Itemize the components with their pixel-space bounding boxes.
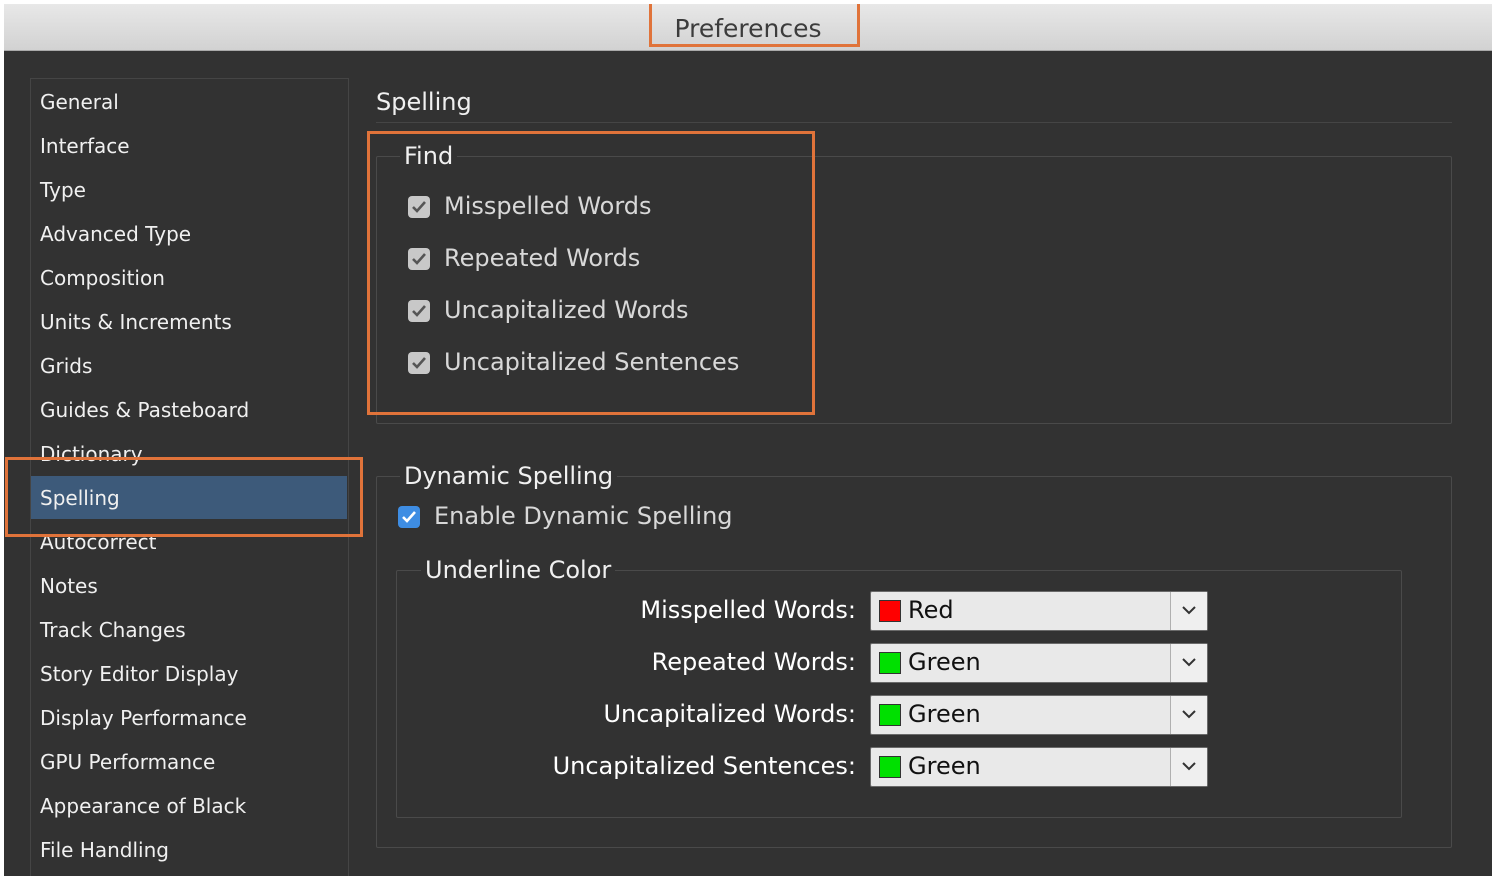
sidebar-item-grids[interactable]: Grids (40, 344, 346, 388)
sidebar-item-appearance-of-black[interactable]: Appearance of Black (40, 784, 346, 828)
sidebar-item-story-editor-display[interactable]: Story Editor Display (40, 652, 346, 696)
sidebar-item-general[interactable]: General (40, 80, 346, 124)
chevron-down-icon[interactable] (1170, 592, 1207, 630)
sidebar-item-label: Type (40, 178, 86, 202)
sidebar-item-guides-pasteboard[interactable]: Guides & Pasteboard (40, 388, 346, 432)
chevron-down-icon[interactable] (1170, 696, 1207, 734)
sidebar-item-notes[interactable]: Notes (40, 564, 346, 608)
preferences-window: Preferences General Interface Type Advanced… (4, 4, 1492, 876)
color-swatch (879, 704, 901, 726)
color-swatch (879, 652, 901, 674)
annotation-highlight-spelling (5, 457, 363, 537)
sidebar-item-label: Notes (40, 574, 98, 598)
sidebar-item-label: Display Performance (40, 706, 247, 730)
underline-row-uncap-sentences: Uncapitalized Sentences: (404, 750, 856, 784)
annotation-highlight-find (367, 131, 815, 415)
field-label: Repeated Words: (651, 648, 856, 676)
select-value: Green (908, 648, 981, 676)
sidebar-item-label: Appearance of Black (40, 794, 247, 818)
sidebar-item-label: General (40, 90, 119, 114)
underline-row-repeated: Repeated Words: (404, 646, 856, 680)
sidebar-item-label: Composition (40, 266, 165, 290)
sidebar-item-label: Grids (40, 354, 93, 378)
field-label: Uncapitalized Words: (603, 700, 856, 728)
sidebar-item-advanced-type[interactable]: Advanced Type (40, 212, 346, 256)
chevron-down-icon[interactable] (1170, 644, 1207, 682)
sidebar-item-track-changes[interactable]: Track Changes (40, 608, 346, 652)
sidebar-item-label: Story Editor Display (40, 662, 239, 686)
annotation-highlight-title (649, 4, 860, 47)
select-value: Green (908, 752, 981, 780)
color-swatch (879, 756, 901, 778)
sidebar-item-display-performance[interactable]: Display Performance (40, 696, 346, 740)
sidebar-item-file-handling[interactable]: File Handling (40, 828, 346, 872)
sidebar-item-label: Advanced Type (40, 222, 192, 246)
field-label: Uncapitalized Sentences: (552, 752, 856, 780)
misspelled-color-select[interactable]: Red (870, 591, 1208, 631)
uncap-sentences-color-select[interactable]: Green (870, 747, 1208, 787)
underline-color-label: Underline Color (421, 556, 616, 584)
sidebar-item-units-increments[interactable]: Units & Increments (40, 300, 346, 344)
sidebar-item-label: Guides & Pasteboard (40, 398, 250, 422)
sidebar-item-type[interactable]: Type (40, 168, 346, 212)
sidebar-item-label: File Handling (40, 838, 169, 862)
sidebar-item-label: Track Changes (40, 618, 186, 642)
sidebar-item-label: GPU Performance (40, 750, 216, 774)
page-title: Spelling (376, 88, 472, 116)
uncap-words-color-select[interactable]: Green (870, 695, 1208, 735)
dynamic-spelling-label: Dynamic Spelling (400, 462, 618, 490)
divider (376, 122, 1452, 123)
repeated-color-select[interactable]: Green (870, 643, 1208, 683)
underline-row-uncap-words: Uncapitalized Words: (404, 698, 856, 732)
chevron-down-icon[interactable] (1170, 748, 1207, 786)
sidebar-item-composition[interactable]: Composition (40, 256, 346, 300)
select-value: Red (908, 596, 954, 624)
select-value: Green (908, 700, 981, 728)
sidebar-item-gpu-performance[interactable]: GPU Performance (40, 740, 346, 784)
sidebar-item-label: Interface (40, 134, 130, 158)
sidebar-item-label: Units & Increments (40, 310, 232, 334)
checkbox-label: Enable Dynamic Spelling (434, 502, 733, 530)
color-swatch (879, 600, 901, 622)
field-label: Misspelled Words: (640, 596, 856, 624)
checkbox[interactable] (398, 506, 420, 528)
sidebar-item-interface[interactable]: Interface (40, 124, 346, 168)
underline-row-misspelled: Misspelled Words: (404, 594, 856, 628)
